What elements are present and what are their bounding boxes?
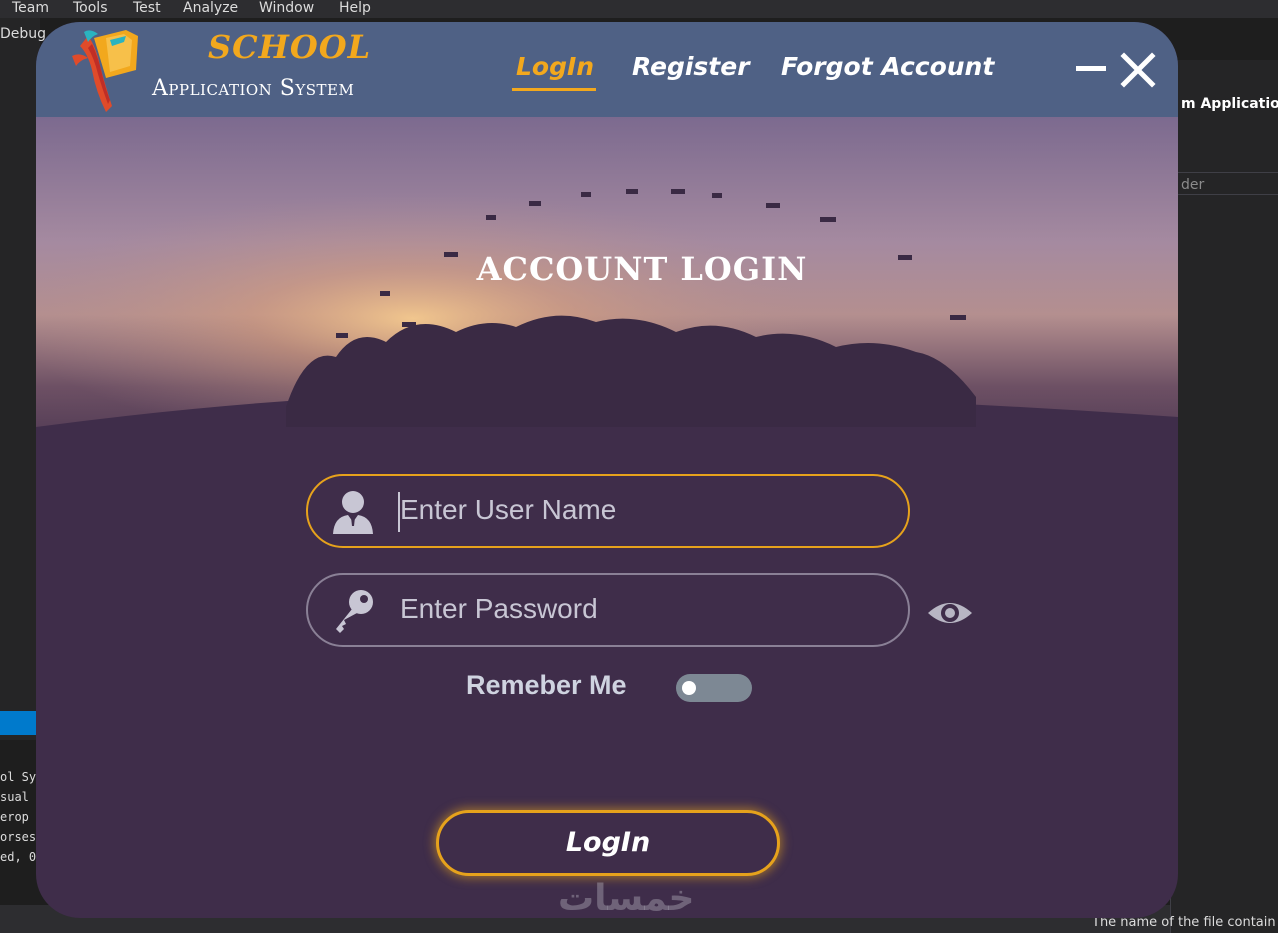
menu-test[interactable]: Test bbox=[133, 0, 161, 16]
output-line: ol Sy bbox=[0, 770, 37, 784]
divider bbox=[1171, 172, 1278, 173]
divider bbox=[1171, 194, 1278, 195]
title-bar: SCHOOL Application System LogIn Register… bbox=[36, 22, 1178, 117]
brand-title: SCHOOL bbox=[208, 28, 372, 66]
page-heading: ACCOUNT LOGIN bbox=[476, 250, 808, 288]
login-window: SCHOOL Application System LogIn Register… bbox=[36, 22, 1178, 918]
menu-help[interactable]: Help bbox=[339, 0, 371, 16]
password-field[interactable]: Enter Password bbox=[306, 573, 910, 647]
watermark: خمسات bbox=[558, 878, 695, 918]
login-button[interactable]: LogIn bbox=[436, 810, 780, 876]
graduation-hero-image bbox=[36, 117, 1178, 477]
close-icon[interactable] bbox=[1120, 52, 1156, 88]
minimize-icon[interactable] bbox=[1076, 66, 1106, 71]
ide-menubar: Team Tools Test Analyze Window Help bbox=[0, 0, 1278, 18]
brand-subtitle: Application System bbox=[152, 76, 355, 101]
ide-status-bar bbox=[0, 711, 40, 735]
remember-me-toggle[interactable] bbox=[676, 674, 752, 702]
menu-team[interactable]: Team bbox=[12, 0, 49, 16]
nav-login[interactable]: LogIn bbox=[516, 52, 594, 81]
key-icon bbox=[336, 590, 373, 633]
output-line: orses bbox=[0, 830, 37, 844]
nav-active-underline bbox=[512, 88, 596, 91]
ide-output-panel: ol Sy sual erop orses ed, 0 bbox=[0, 740, 40, 910]
output-line: erop bbox=[0, 810, 29, 824]
ide-solution-panel: m Application der bbox=[1170, 60, 1278, 933]
school-logo-icon bbox=[72, 30, 138, 112]
nav-register[interactable]: Register bbox=[632, 52, 750, 81]
nav-forgot-account[interactable]: Forgot Account bbox=[781, 52, 994, 81]
output-line: sual bbox=[0, 790, 29, 804]
menu-analyze[interactable]: Analyze bbox=[183, 0, 238, 16]
menu-tools[interactable]: Tools bbox=[73, 0, 108, 16]
password-placeholder: Enter Password bbox=[400, 593, 598, 624]
output-line: ed, 0 bbox=[0, 850, 37, 864]
solution-title: m Application bbox=[1181, 96, 1278, 112]
solution-field: der bbox=[1181, 177, 1205, 193]
user-icon bbox=[333, 491, 373, 534]
menu-window[interactable]: Window bbox=[259, 0, 314, 16]
username-field[interactable]: Enter User Name bbox=[306, 474, 910, 548]
toggle-knob bbox=[682, 681, 696, 695]
remember-me-label: Remeber Me bbox=[466, 670, 627, 700]
eye-icon[interactable] bbox=[926, 595, 974, 631]
login-button-label: LogIn bbox=[565, 827, 651, 858]
username-placeholder: Enter User Name bbox=[400, 494, 617, 525]
